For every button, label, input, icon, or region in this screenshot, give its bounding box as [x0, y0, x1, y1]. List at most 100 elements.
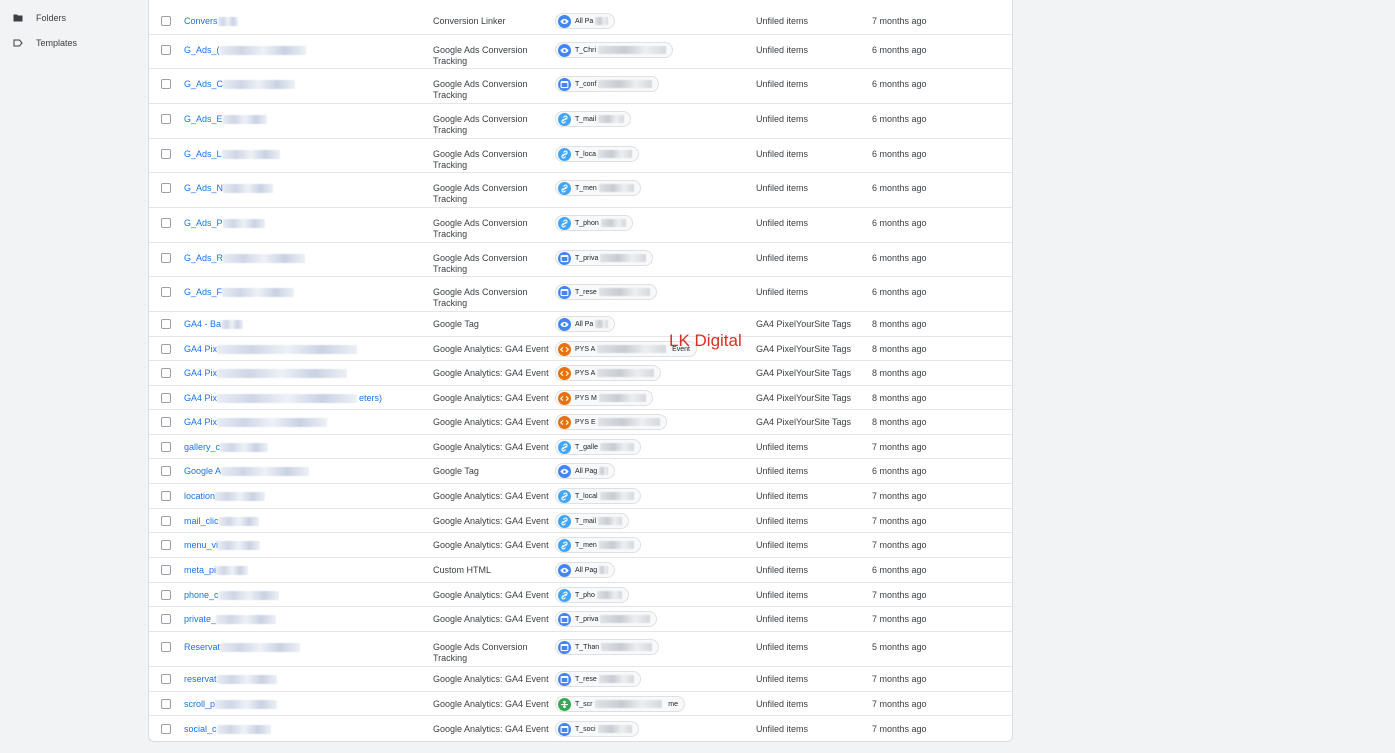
tag-name-link[interactable]: G_Ads_C: [184, 79, 223, 89]
table-row[interactable]: GA4 - Ba Google Tag All Pa GA4 PixelYourSit…: [149, 312, 1012, 337]
sidebar-item-folders[interactable]: Folders: [12, 11, 66, 25]
table-row[interactable]: private_ Google Analytics: GA4 Event T_pri…: [149, 607, 1012, 632]
trigger-chip[interactable]: All Pa: [555, 13, 615, 29]
table-row[interactable]: GA4 Pix Google Analytics: GA4 Event PYS A G…: [149, 361, 1012, 386]
trigger-chip[interactable]: T_rese: [555, 284, 657, 300]
tag-name-link[interactable]: reservat: [184, 674, 217, 684]
tag-name-link[interactable]: private_: [184, 614, 216, 624]
table-row[interactable]: Convers Conversion Linker All Pa Unfiled it…: [149, 8, 1012, 35]
row-checkbox[interactable]: [161, 16, 171, 26]
table-row[interactable]: G_Ads_E Google Ads Conversion Tracking T_m…: [149, 104, 1012, 139]
table-row[interactable]: GA4 Pix Google Analytics: GA4 Event PYS AE…: [149, 337, 1012, 361]
tag-name-link[interactable]: G_Ads_F: [184, 287, 222, 297]
tag-name-link[interactable]: mail_clic: [184, 516, 219, 526]
table-row[interactable]: G_Ads_R Google Ads Conversion Tracking T_p…: [149, 243, 1012, 277]
table-row[interactable]: location Google Analytics: GA4 Event T_loc…: [149, 484, 1012, 509]
row-checkbox[interactable]: [161, 466, 171, 476]
row-checkbox[interactable]: [161, 417, 171, 427]
table-row[interactable]: GA4 Pix Google Analytics: GA4 Event PYS E G…: [149, 410, 1012, 435]
tag-name-link[interactable]: G_Ads_E: [184, 114, 223, 124]
row-checkbox[interactable]: [161, 319, 171, 329]
tag-name-link[interactable]: phone_c: [184, 590, 219, 600]
table-row[interactable]: G_Ads_L Google Ads Conversion Tracking T_l…: [149, 139, 1012, 173]
trigger-chip[interactable]: T_rese: [555, 671, 641, 687]
trigger-chip[interactable]: T_local: [555, 488, 641, 504]
row-checkbox[interactable]: [161, 642, 171, 652]
table-row[interactable]: GA4 Pix eters) Google Analytics: GA4 Event…: [149, 386, 1012, 410]
table-row[interactable]: G_Ads_C Google Ads Conversion Tracking T_c…: [149, 69, 1012, 104]
table-row[interactable]: meta_pi Custom HTML All Pag Unfiled items 6 …: [149, 558, 1012, 583]
trigger-chip[interactable]: T_pho: [555, 587, 629, 603]
trigger-chip[interactable]: T_priva: [555, 250, 653, 266]
trigger-chip[interactable]: T_Chri: [555, 42, 673, 58]
trigger-chip[interactable]: All Pag: [555, 463, 615, 479]
trigger-chip[interactable]: T_soci: [555, 721, 639, 737]
tag-name-link[interactable]: G_Ads_R: [184, 253, 223, 263]
trigger-chip[interactable]: All Pa: [555, 316, 615, 332]
table-row[interactable]: mail_clic Google Analytics: GA4 Event T_ma…: [149, 509, 1012, 533]
tag-name-link[interactable]: meta_pi: [184, 565, 216, 575]
trigger-chip[interactable]: T_Than: [555, 639, 659, 655]
row-checkbox[interactable]: [161, 79, 171, 89]
tag-name-link[interactable]: GA4 Pix: [184, 417, 217, 427]
tag-name-link[interactable]: location: [184, 491, 215, 501]
table-row[interactable]: phone_c Google Analytics: GA4 Event T_pho U…: [149, 583, 1012, 607]
row-checkbox[interactable]: [161, 149, 171, 159]
trigger-chip[interactable]: T_mail: [555, 111, 631, 127]
tag-name-link[interactable]: G_Ads_L: [184, 149, 222, 159]
tag-name-link[interactable]: scroll_p: [184, 699, 215, 709]
tag-name-link[interactable]: GA4 - Ba: [184, 319, 221, 329]
tag-name-link[interactable]: G_Ads_N: [184, 183, 223, 193]
row-checkbox[interactable]: [161, 442, 171, 452]
row-checkbox[interactable]: [161, 699, 171, 709]
row-checkbox[interactable]: [161, 45, 171, 55]
tag-name-link[interactable]: GA4 Pix: [184, 344, 217, 354]
tag-name-link[interactable]: menu_vi: [184, 540, 218, 550]
row-checkbox[interactable]: [161, 114, 171, 124]
trigger-chip[interactable]: T_men: [555, 537, 641, 553]
row-checkbox[interactable]: [161, 614, 171, 624]
trigger-chip[interactable]: T_phon: [555, 215, 633, 231]
row-checkbox[interactable]: [161, 253, 171, 263]
table-row[interactable]: social_c Google Analytics: GA4 Event T_soc…: [149, 716, 1012, 742]
row-checkbox[interactable]: [161, 344, 171, 354]
row-checkbox[interactable]: [161, 491, 171, 501]
tag-name-link[interactable]: gallery_c: [184, 442, 220, 452]
tag-name-link[interactable]: G_Ads_(: [184, 45, 220, 55]
trigger-chip[interactable]: T_loca: [555, 146, 639, 162]
tag-name-link[interactable]: GA4 Pix: [184, 368, 217, 378]
table-row[interactable]: G_Ads_N Google Ads Conversion Tracking T_m…: [149, 173, 1012, 208]
table-row[interactable]: Google A Google Tag All Pag Unfiled items 6 …: [149, 459, 1012, 484]
trigger-chip[interactable]: T_mail: [555, 513, 629, 529]
row-checkbox[interactable]: [161, 540, 171, 550]
row-checkbox[interactable]: [161, 516, 171, 526]
table-row[interactable]: scroll_p Google Analytics: GA4 Event T_scr…: [149, 692, 1012, 716]
trigger-chip[interactable]: PYS E: [555, 414, 667, 430]
row-checkbox[interactable]: [161, 674, 171, 684]
tag-name-link[interactable]: GA4 Pix: [184, 393, 217, 403]
tag-name-link[interactable]: Google A: [184, 466, 221, 476]
row-checkbox[interactable]: [161, 183, 171, 193]
row-checkbox[interactable]: [161, 724, 171, 734]
table-row[interactable]: G_Ads_P Google Ads Conversion Tracking T_p…: [149, 208, 1012, 243]
tag-name-link[interactable]: Convers: [184, 16, 218, 26]
tag-name-suffix[interactable]: eters): [359, 393, 382, 403]
row-checkbox[interactable]: [161, 565, 171, 575]
tag-name-link[interactable]: Reservat: [184, 642, 220, 652]
trigger-chip[interactable]: PYS A: [555, 365, 661, 381]
tag-name-link[interactable]: G_Ads_P: [184, 218, 223, 228]
row-checkbox[interactable]: [161, 368, 171, 378]
table-row[interactable]: gallery_c Google Analytics: GA4 Event T_ga…: [149, 435, 1012, 459]
table-row[interactable]: menu_vi Google Analytics: GA4 Event T_men U…: [149, 533, 1012, 558]
row-checkbox[interactable]: [161, 590, 171, 600]
trigger-chip[interactable]: PYS M: [555, 390, 653, 406]
table-row[interactable]: G_Ads_(Google Ads Conversion Tracking T_C…: [149, 35, 1012, 69]
trigger-chip[interactable]: T_priva: [555, 611, 657, 627]
trigger-chip[interactable]: All Pag: [555, 562, 615, 578]
table-row[interactable]: G_Ads_F Google Ads Conversion Tracking T_r…: [149, 277, 1012, 312]
sidebar-item-templates[interactable]: Templates: [12, 36, 77, 50]
row-checkbox[interactable]: [161, 218, 171, 228]
table-row[interactable]: reservat Google Analytics: GA4 Event T_res…: [149, 667, 1012, 692]
table-row[interactable]: Reservat Google Ads Conversion Tracking T_…: [149, 632, 1012, 667]
row-checkbox[interactable]: [161, 287, 171, 297]
